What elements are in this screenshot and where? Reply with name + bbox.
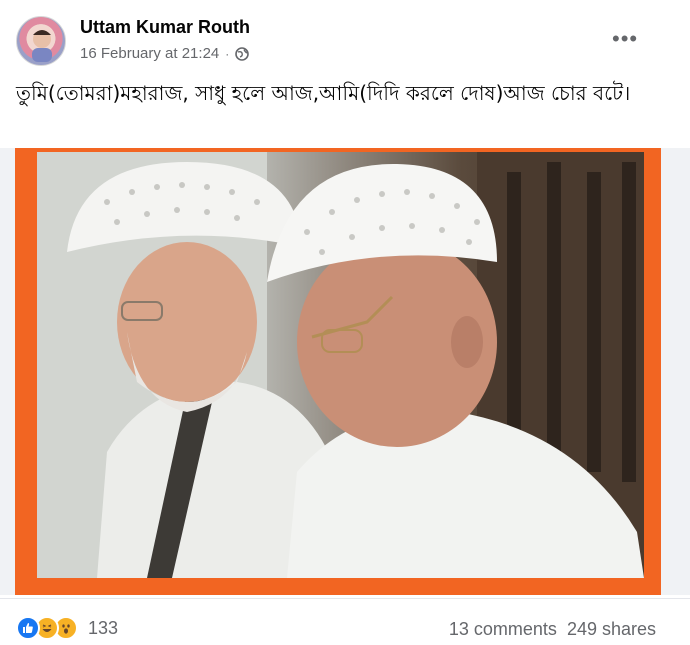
meta-separator: · — [225, 46, 230, 61]
author-avatar[interactable] — [16, 16, 66, 66]
shares-count[interactable]: 249 shares — [567, 619, 656, 640]
facebook-post: Uttam Kumar Routh 16 February at 21:24 ·… — [0, 0, 690, 645]
more-options-icon[interactable]: ••• — [612, 28, 638, 50]
reaction-count[interactable]: 133 — [88, 618, 118, 639]
post-text: তুমি(তোমরা)মহারাজ, সাধু হলে আজ,আমি(দিদি … — [16, 81, 631, 105]
post-meta: 16 February at 21:24 · — [80, 45, 250, 62]
globe-icon[interactable] — [235, 46, 250, 61]
footer-divider — [0, 598, 690, 599]
post-photo[interactable] — [37, 152, 644, 578]
comments-count[interactable]: 13 comments — [449, 619, 557, 640]
like-icon[interactable] — [16, 616, 40, 640]
avatar-image — [32, 30, 52, 62]
post-image-container[interactable] — [0, 148, 690, 595]
photo-illustration — [37, 152, 644, 578]
post-timestamp[interactable]: 16 February at 21:24 — [80, 45, 219, 62]
image-orange-frame — [15, 148, 661, 595]
engagement-counts: 13 comments 249 shares — [449, 619, 656, 640]
author-name[interactable]: Uttam Kumar Routh — [80, 17, 250, 38]
reactions-summary[interactable]: 133 — [16, 616, 118, 640]
